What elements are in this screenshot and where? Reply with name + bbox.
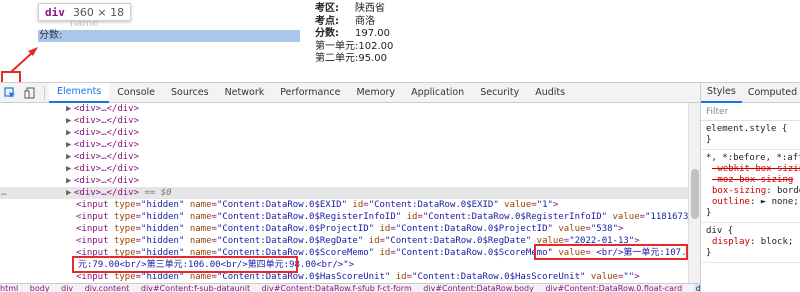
breadcrumb-item[interactable]: div#Content:DataRow.0.float-card [545, 284, 682, 292]
tab-network[interactable]: Network [217, 83, 273, 103]
tab-styles[interactable]: Styles [701, 83, 742, 103]
expand-triangle-icon[interactable]: ▶ [66, 151, 74, 163]
node-actions-dots[interactable]: … [1, 187, 6, 199]
div-rule: div { display: block; } [701, 223, 800, 263]
element-style-rule: element.style { } [701, 121, 800, 150]
tab-security[interactable]: Security [472, 83, 527, 103]
breadcrumb-item[interactable]: html [0, 284, 18, 292]
tab-performance[interactable]: Performance [272, 83, 348, 103]
expand-triangle-icon[interactable]: ▶ [66, 139, 74, 151]
breadcrumb-item[interactable]: body [30, 284, 50, 292]
breadcrumb-item[interactable]: div.content [85, 284, 130, 292]
expand-triangle-icon[interactable]: ▶ [66, 163, 74, 175]
dom-node[interactable]: ▶ <div>…</div> [0, 175, 688, 187]
dom-input-node[interactable]: <input type="hidden" name="Content:DataR… [0, 211, 688, 223]
expand-triangle-icon[interactable]: ▶ [66, 187, 74, 199]
expand-triangle-icon[interactable]: ▶ [66, 175, 74, 187]
tab-console[interactable]: Console [109, 83, 163, 103]
inspect-element-icon[interactable] [0, 83, 20, 103]
device-toolbar-icon[interactable] [20, 83, 40, 103]
expand-triangle-icon[interactable]: ▶ [66, 115, 74, 127]
tab-memory[interactable]: Memory [348, 83, 403, 103]
dom-input-node[interactable]: <input type="hidden" name="Content:DataR… [0, 199, 688, 211]
dollar-zero-marker: == $0 [144, 188, 172, 198]
dom-node[interactable]: ▶ <div>…</div> [0, 151, 688, 163]
expand-triangle-icon[interactable]: ▶ [66, 127, 74, 139]
dom-input-node[interactable]: <input type="hidden" name="Content:DataR… [0, 223, 688, 235]
expand-triangle-icon[interactable]: ▶ [66, 103, 74, 115]
tab-application[interactable]: Application [403, 83, 472, 103]
tab-sources[interactable]: Sources [163, 83, 217, 103]
dom-node[interactable]: ▶ <div>…</div> [0, 139, 688, 151]
universal-rule: *, *:before, *:after -webkit-box-sizing … [701, 150, 800, 223]
tab-elements[interactable]: Elements [49, 82, 110, 103]
dom-node[interactable]: ▶ <div>…</div> [0, 103, 688, 115]
toolbar-divider [44, 85, 45, 100]
breadcrumb-item[interactable]: div [61, 284, 73, 292]
score-memo-highlight-box-2 [72, 256, 298, 273]
breadcrumb-item[interactable]: div#Content:f-sub-dataunit [141, 284, 250, 292]
tab-computed[interactable]: Computed [742, 83, 800, 103]
dom-node[interactable]: ▶ <div>…</div> [0, 115, 688, 127]
dom-node[interactable]: ▶ <div>…</div> [0, 163, 688, 175]
dom-scrollbar[interactable] [688, 103, 700, 283]
dom-node[interactable]: ▶ <div>…</div> [0, 127, 688, 139]
tab-audits[interactable]: Audits [527, 83, 573, 103]
devtools-tabbar: Elements Console Sources Network Perform… [0, 82, 700, 103]
breadcrumb-item[interactable]: div#Content:DataRow.f-sfub f-ct-form [262, 284, 412, 292]
devtools-panel: Elements Console Sources Network Perform… [0, 82, 800, 292]
dom-breadcrumbs: html body div div.content div#Content:f-… [0, 283, 700, 292]
score-memo-highlight-box-1 [534, 244, 688, 260]
styles-tabbar: Styles Computed [701, 83, 800, 103]
scrollbar-thumb[interactable] [691, 169, 699, 219]
dom-node-selected[interactable]: … ▶ <div>…</div> == $0 [0, 187, 688, 199]
breadcrumb-item[interactable]: div#Content:DataRow.body [423, 284, 534, 292]
styles-filter-input[interactable]: Filter [701, 103, 800, 121]
styles-pane: Styles Computed Filter element.style { }… [700, 83, 800, 292]
